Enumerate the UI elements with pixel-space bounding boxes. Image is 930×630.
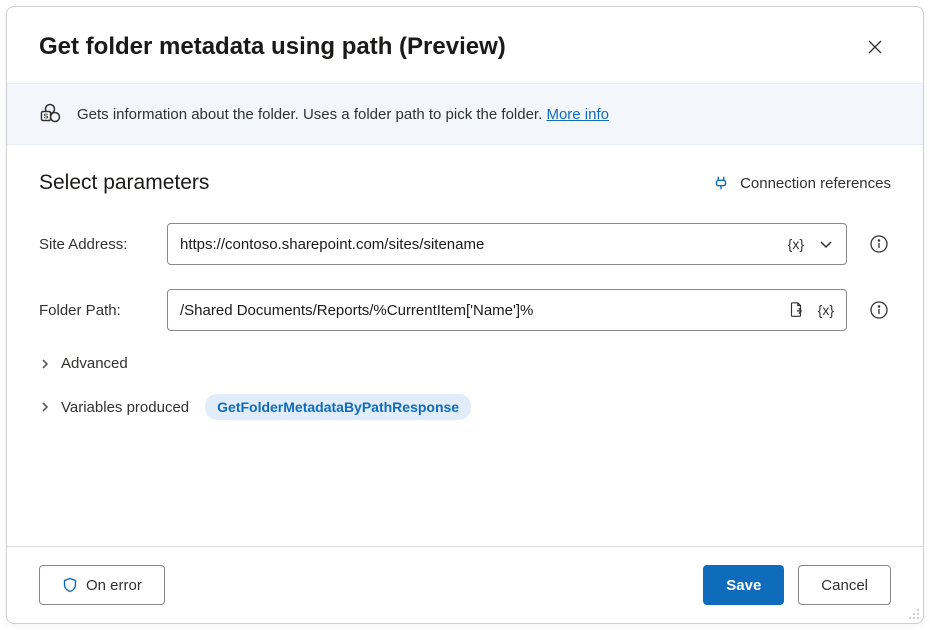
more-info-link[interactable]: More info	[546, 106, 609, 123]
banner-text: Gets information about the folder. Uses …	[77, 106, 609, 123]
param-row-folder-path: Folder Path: {x}	[39, 289, 891, 331]
file-picker-button[interactable]	[784, 298, 808, 322]
file-arrow-icon	[787, 301, 805, 319]
shield-icon	[62, 577, 78, 593]
footer-right: Save Cancel	[703, 565, 891, 605]
fx-token-button[interactable]: {x}	[784, 234, 808, 254]
chevron-right-icon	[39, 401, 51, 413]
cancel-button[interactable]: Cancel	[798, 565, 891, 605]
dialog-content: Select parameters Connection references …	[7, 145, 923, 546]
dropdown-button[interactable]	[814, 232, 838, 256]
info-icon	[869, 234, 889, 254]
dialog: Get folder metadata using path (Preview)…	[6, 6, 924, 624]
chevron-right-icon	[39, 358, 51, 370]
close-icon	[867, 39, 883, 55]
svg-text:S: S	[44, 114, 49, 121]
site-address-label: Site Address:	[39, 236, 147, 253]
folder-path-actions: {x}	[784, 298, 838, 322]
advanced-expander[interactable]: Advanced	[39, 355, 891, 372]
site-address-info-button[interactable]	[867, 232, 891, 256]
plug-icon	[712, 174, 730, 192]
save-button[interactable]: Save	[703, 565, 784, 605]
variable-chip[interactable]: GetFolderMetadataByPathResponse	[205, 394, 471, 420]
variables-expander[interactable]: Variables produced GetFolderMetadataByPa…	[39, 394, 891, 420]
site-address-actions: {x}	[784, 232, 838, 256]
fx-token-button[interactable]: {x}	[814, 300, 838, 320]
save-label: Save	[726, 577, 761, 594]
connection-references-button[interactable]: Connection references	[712, 174, 891, 192]
site-address-input[interactable]	[180, 236, 784, 253]
dialog-footer: On error Save Cancel	[7, 546, 923, 623]
info-banner: S Gets information about the folder. Use…	[7, 83, 923, 145]
dialog-header: Get folder metadata using path (Preview)	[7, 7, 923, 83]
close-button[interactable]	[859, 31, 891, 63]
site-address-input-wrap[interactable]: {x}	[167, 223, 847, 265]
param-row-site-address: Site Address: {x}	[39, 223, 891, 265]
banner-description: Gets information about the folder. Uses …	[77, 106, 546, 123]
dialog-title: Get folder metadata using path (Preview)	[39, 33, 506, 61]
connection-references-label: Connection references	[740, 175, 891, 192]
on-error-label: On error	[86, 577, 142, 594]
folder-path-input-wrap[interactable]: {x}	[167, 289, 847, 331]
section-title: Select parameters	[39, 171, 209, 195]
folder-path-info-button[interactable]	[867, 298, 891, 322]
info-icon	[869, 300, 889, 320]
chevron-down-icon	[818, 236, 834, 252]
folder-path-label: Folder Path:	[39, 302, 147, 319]
section-head: Select parameters Connection references	[39, 171, 891, 195]
cancel-label: Cancel	[821, 577, 868, 594]
folder-path-input[interactable]	[180, 302, 784, 319]
resize-grip-icon[interactable]	[906, 606, 920, 620]
variables-produced-label: Variables produced	[61, 399, 189, 416]
advanced-label: Advanced	[61, 355, 128, 372]
on-error-button[interactable]: On error	[39, 565, 165, 605]
sharepoint-icon: S	[39, 102, 63, 126]
